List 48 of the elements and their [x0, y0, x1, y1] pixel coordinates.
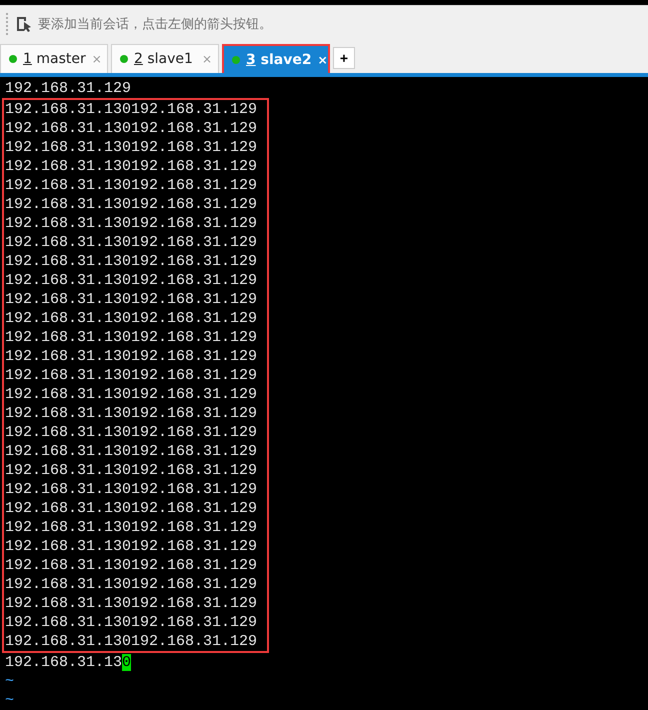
terminal-line: 192.168.31.130192.168.31.129	[5, 119, 258, 138]
close-tab-button[interactable]: ×	[92, 52, 102, 66]
terminal-line: 192.168.31.130192.168.31.129	[5, 100, 258, 119]
terminal-line: 192.168.31.130192.168.31.129	[5, 157, 258, 176]
terminal-line: 192.168.31.130192.168.31.129	[5, 480, 258, 499]
terminal-line: 192.168.31.130192.168.31.129	[5, 309, 258, 328]
terminal-line: 192.168.31.130192.168.31.129	[5, 328, 258, 347]
terminal-line: 192.168.31.130192.168.31.129	[5, 537, 258, 556]
arrow-into-box-icon[interactable]	[16, 16, 32, 32]
status-dot-icon	[120, 55, 128, 64]
status-dot-icon	[232, 56, 240, 64]
terminal-line: 192.168.31.130192.168.31.129	[5, 214, 258, 233]
terminal-line: 192.168.31.130192.168.31.129	[5, 271, 258, 290]
terminal-line: 192.168.31.130192.168.31.129	[5, 138, 258, 157]
terminal-line: 192.168.31.130192.168.31.129	[5, 594, 258, 613]
session-tab[interactable]: 2 slave1 ×	[111, 44, 219, 74]
terminal-line: 192.168.31.130192.168.31.129	[5, 252, 258, 271]
hint-text: 要添加当前会话，点击左侧的箭头按钮。	[38, 16, 272, 34]
terminal-line: 192.168.31.130192.168.31.129	[5, 442, 258, 461]
terminal-line: 192.168.31.130192.168.31.129	[5, 556, 258, 575]
terminal-line: 192.168.31.130	[5, 653, 132, 672]
terminal-line: 192.168.31.130192.168.31.129	[5, 176, 258, 195]
empty-line-marker: ~	[5, 691, 16, 710]
terminal-line: 192.168.31.130192.168.31.129	[5, 575, 258, 594]
close-tab-button[interactable]: ×	[318, 52, 328, 67]
terminal-line: 192.168.31.130192.168.31.129	[5, 347, 258, 366]
terminal-line: 192.168.31.129	[5, 79, 132, 98]
terminal-line: 192.168.31.130192.168.31.129	[5, 366, 258, 385]
terminal-line: 192.168.31.130192.168.31.129	[5, 632, 258, 651]
terminal-line: 192.168.31.130192.168.31.129	[5, 233, 258, 252]
close-tab-button[interactable]: ×	[202, 52, 212, 66]
tab-label: 3 slave2	[246, 52, 312, 68]
terminal-line: 192.168.31.130192.168.31.129	[5, 518, 258, 537]
tab-label: 1 master	[23, 51, 86, 68]
terminal-line: 192.168.31.130192.168.31.129	[5, 404, 258, 423]
terminal-line: 192.168.31.130192.168.31.129	[5, 499, 258, 518]
status-dot-icon	[9, 55, 17, 64]
terminal-line: 192.168.31.130192.168.31.129	[5, 461, 258, 480]
session-tab[interactable]: 3 slave2 ×	[222, 44, 330, 74]
terminal-line: 192.168.31.130192.168.31.129	[5, 423, 258, 442]
terminal-line: 192.168.31.130192.168.31.129	[5, 613, 258, 632]
terminal-line: 192.168.31.130192.168.31.129	[5, 195, 258, 214]
tab-label: 2 slave1	[134, 51, 194, 68]
terminal-line: 192.168.31.130192.168.31.129	[5, 290, 258, 309]
terminal-line: 192.168.31.130192.168.31.129	[5, 385, 258, 404]
empty-line-marker: ~	[5, 672, 16, 691]
session-tab[interactable]: 1 master ×	[0, 44, 108, 74]
new-tab-button[interactable]: +	[333, 47, 355, 70]
